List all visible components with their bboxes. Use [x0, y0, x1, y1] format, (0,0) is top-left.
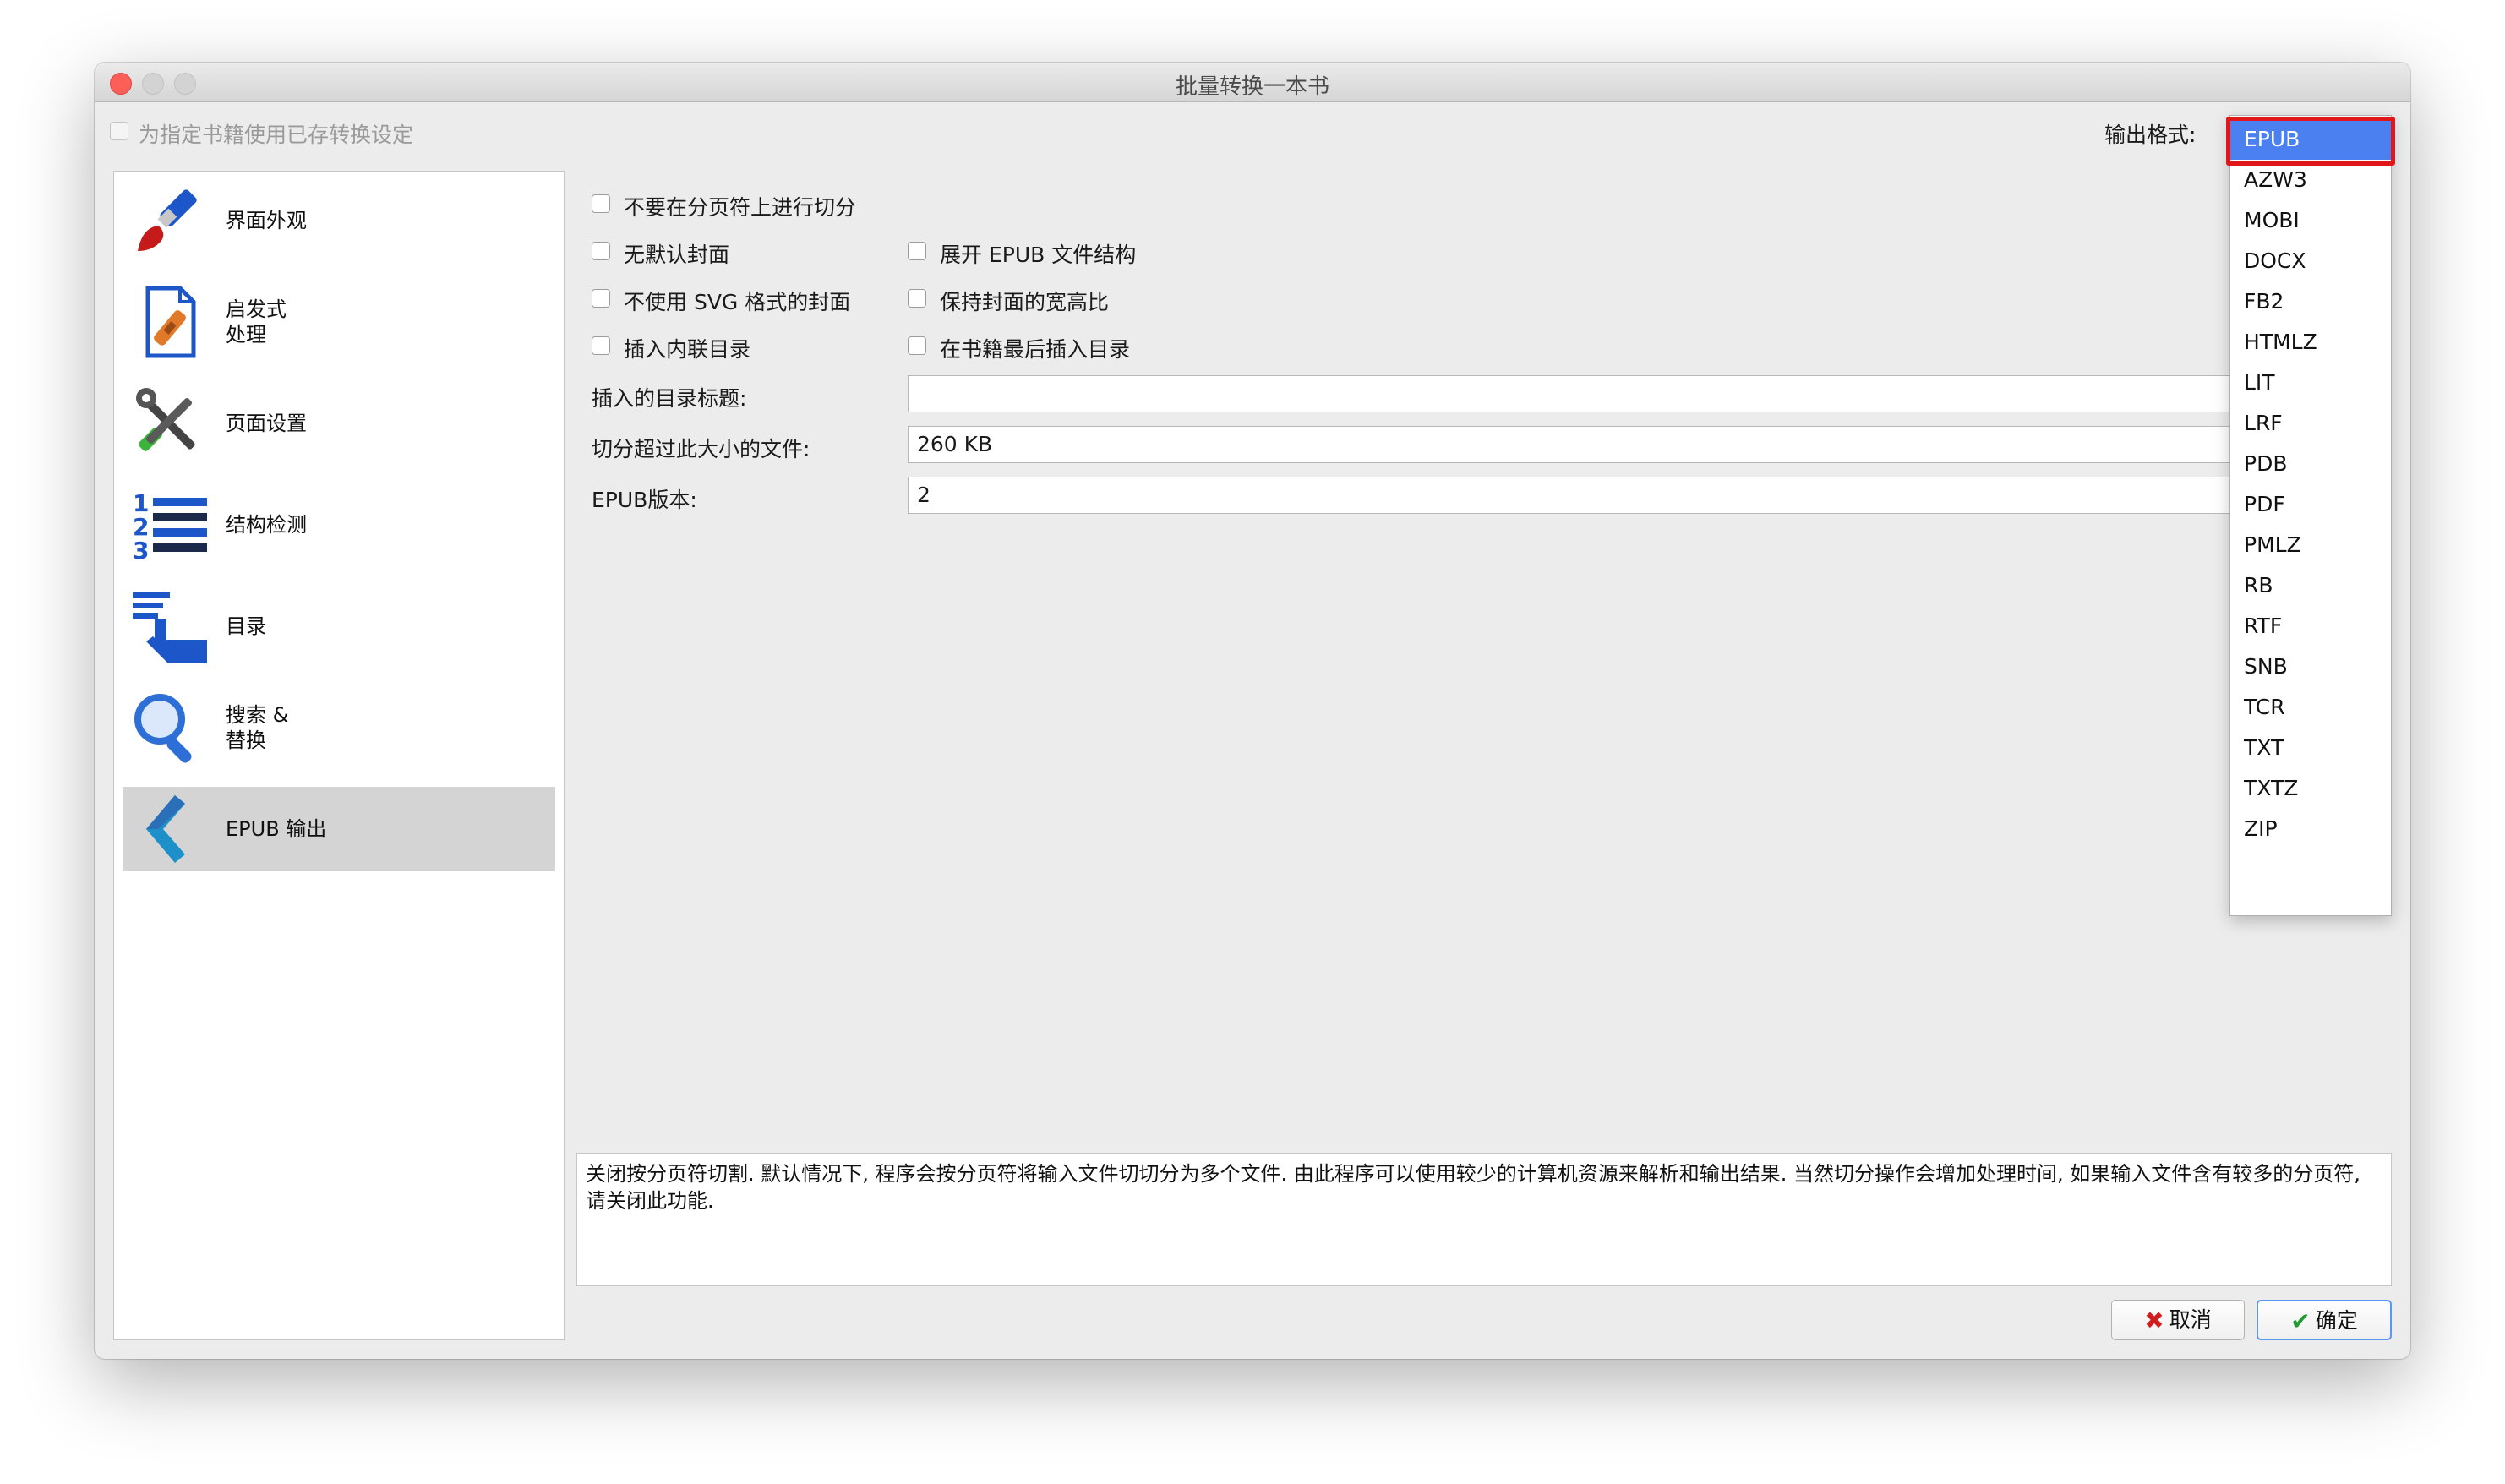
format-option[interactable]: RTF [2230, 606, 2391, 647]
output-format-menu[interactable]: EPUB AZW3 MOBI DOCX FB2 HTMLZ LIT LRF PD… [2229, 115, 2392, 916]
epub-version-select[interactable]: 2 [908, 477, 2231, 514]
format-option[interactable]: PDB [2230, 444, 2391, 484]
format-option[interactable]: MOBI [2230, 200, 2391, 241]
convert-dialog: 批量转换一本书 为指定书籍使用已存转换设定 输出格式: 界面外观 启发式 处理 [95, 63, 2410, 1359]
format-option[interactable]: TXT [2230, 728, 2391, 768]
split-size-input[interactable]: 260 KB [908, 426, 2231, 463]
sidebar-label: 页面设置 [226, 412, 307, 435]
sidebar-item-structure[interactable]: 1 2 3 结构检测 [123, 483, 555, 567]
ok-button[interactable]: ✔ 确定 [2257, 1300, 2392, 1340]
dont-split-checkbox[interactable] [592, 194, 610, 213]
sidebar-item-heuristics[interactable]: 启发式 处理 [123, 280, 555, 364]
cancel-button[interactable]: ✖ 取消 [2111, 1300, 2245, 1340]
sidebar-item-toc[interactable]: 目录 [123, 584, 555, 668]
no-default-cover-label: 无默认封面 [624, 243, 730, 267]
format-option[interactable]: DOCX [2230, 241, 2391, 281]
format-option[interactable]: FB2 [2230, 281, 2391, 322]
format-option[interactable]: LIT [2230, 363, 2391, 403]
no-svg-cover-label: 不使用 SVG 格式的封面 [624, 290, 851, 314]
sidebar-label: 搜索 & 替换 [226, 703, 289, 752]
sidebar-label: 界面外观 [226, 209, 307, 232]
magnifier-icon [134, 694, 192, 763]
use-saved-settings-checkbox[interactable] [110, 122, 128, 140]
output-format-label: 输出格式: [2104, 123, 2197, 147]
sidebar-label: 启发式 处理 [226, 297, 287, 346]
sidebar-item-search-replace[interactable]: 搜索 & 替换 [123, 685, 555, 770]
format-option[interactable]: PDF [2230, 484, 2391, 525]
flatten-epub-checkbox[interactable] [908, 242, 926, 260]
preserve-aspect-label: 保持封面的宽高比 [940, 290, 1110, 314]
format-option[interactable]: RB [2230, 565, 2391, 606]
toc-hand-icon [133, 592, 207, 663]
cancel-label: 取消 [2169, 1307, 2212, 1332]
format-option[interactable]: SNB [2230, 647, 2391, 687]
split-size-label: 切分超过此大小的文件: [592, 437, 810, 461]
toc-title-input[interactable] [908, 375, 2231, 412]
use-saved-settings-label: 为指定书籍使用已存转换设定 [139, 123, 414, 147]
format-option[interactable]: ZIP [2230, 809, 2391, 849]
format-option[interactable]: LRF [2230, 403, 2391, 444]
format-option[interactable]: PMLZ [2230, 525, 2391, 565]
ok-label: 确定 [2315, 1308, 2358, 1333]
sidebar-label: 结构检测 [226, 513, 307, 537]
sidebar-item-epub-output[interactable]: EPUB 输出 [123, 787, 555, 871]
no-default-cover-checkbox[interactable] [592, 242, 610, 260]
paintbrush-icon [138, 189, 197, 251]
format-option[interactable]: AZW3 [2230, 160, 2391, 200]
insert-inline-toc-checkbox[interactable] [592, 336, 610, 355]
format-option[interactable]: TXTZ [2230, 768, 2391, 809]
title-bar: 批量转换一本书 [95, 63, 2410, 102]
toc-title-label: 插入的目录标题: [592, 386, 747, 411]
settings-sidebar: 界面外观 启发式 处理 页面设置 1 2 3 结构检测 目录 搜索 & 替换 E… [113, 171, 565, 1340]
dont-split-label: 不要在分页符上进行切分 [624, 195, 857, 220]
insert-inline-toc-label: 插入内联目录 [624, 337, 751, 362]
format-option[interactable]: HTMLZ [2230, 322, 2391, 363]
back-arrow-icon [146, 795, 185, 863]
flatten-epub-label: 展开 EPUB 文件结构 [940, 243, 1137, 267]
x-icon: ✖ [2144, 1307, 2164, 1334]
preserve-aspect-checkbox[interactable] [908, 289, 926, 308]
checkmark-icon: ✔ [2290, 1307, 2311, 1335]
document-bandage-icon [145, 286, 196, 358]
no-svg-cover-checkbox[interactable] [592, 289, 610, 308]
sidebar-label: EPUB 输出 [226, 817, 327, 841]
window-title: 批量转换一本书 [1175, 74, 1329, 100]
toc-at-end-label: 在书籍最后插入目录 [940, 337, 1131, 362]
epub-version-label: EPUB版本: [592, 488, 697, 512]
help-description: 关闭按分页符切割. 默认情况下, 程序会按分页符将输入文件切切分为多个文件. 由… [576, 1153, 2392, 1286]
toc-at-end-checkbox[interactable] [908, 336, 926, 355]
sidebar-item-page-setup[interactable]: 页面设置 [123, 381, 555, 466]
numbered-list-icon: 1 2 3 [133, 489, 207, 562]
sidebar-label: 目录 [226, 614, 266, 638]
sidebar-item-look-feel[interactable]: 界面外观 [123, 178, 555, 263]
tools-icon [136, 388, 195, 451]
format-option[interactable]: TCR [2230, 687, 2391, 728]
svg-text:3: 3 [133, 537, 149, 562]
selected-format-highlight [2226, 117, 2395, 166]
